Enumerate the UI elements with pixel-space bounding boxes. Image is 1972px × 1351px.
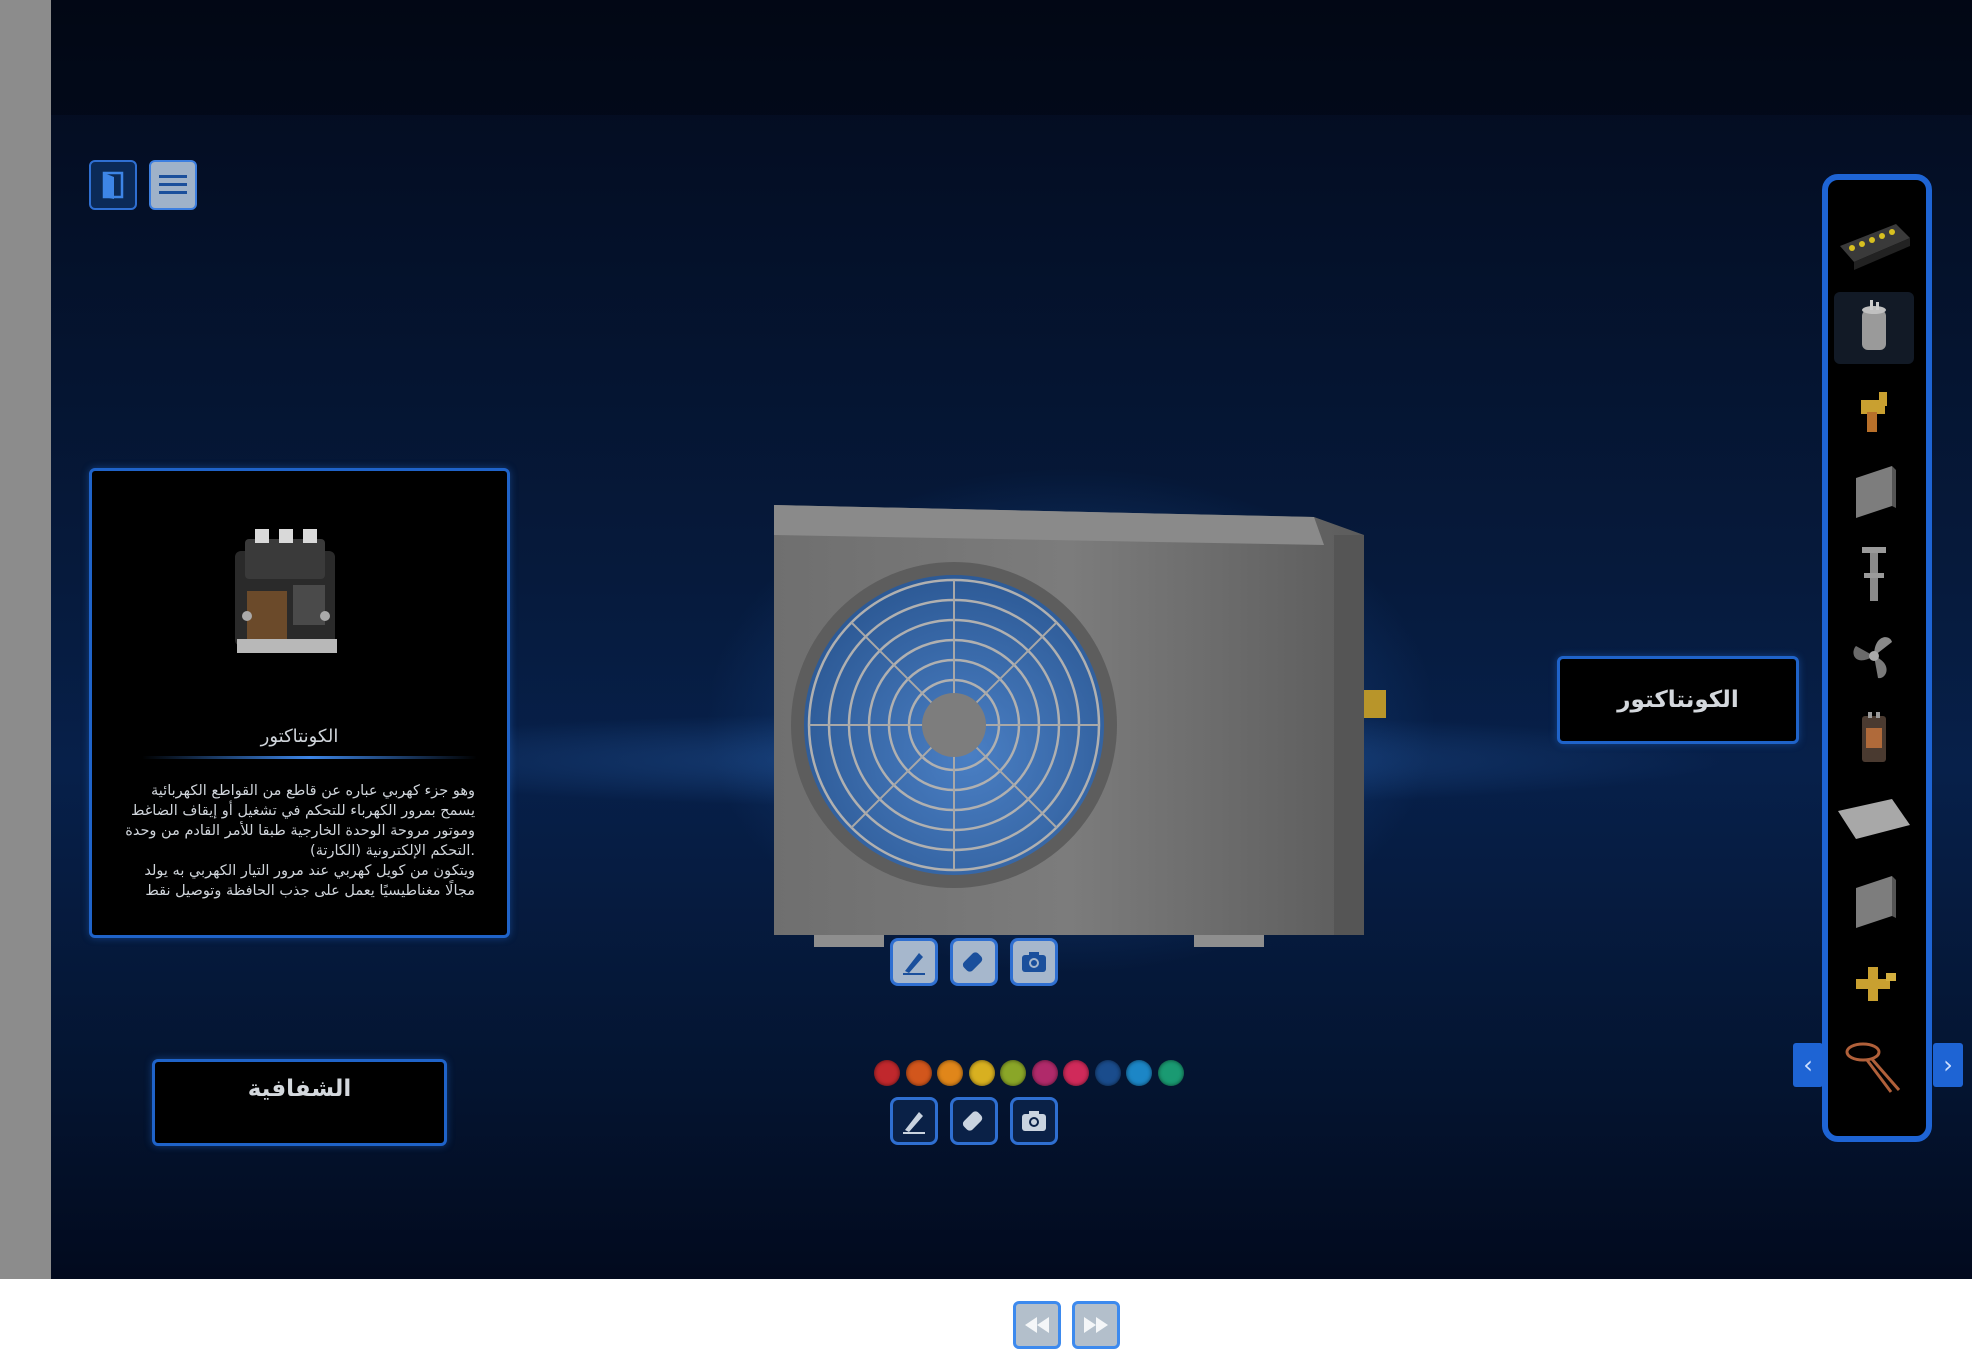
part-item-copper-coil[interactable] — [1834, 1030, 1914, 1102]
service-valve-icon — [1856, 967, 1896, 1001]
color-swatch[interactable] — [905, 1060, 932, 1086]
copper-coil-icon — [1845, 1042, 1901, 1093]
camera-button[interactable] — [1010, 938, 1058, 986]
pen-button[interactable] — [890, 938, 938, 986]
color-swatch[interactable] — [1031, 1060, 1058, 1086]
part-item-service-valve[interactable] — [1834, 948, 1914, 1020]
side-panel-icon — [1856, 876, 1896, 928]
part-info-panel: الكونتاكتور وهو جزء كهربي عباره عن قاطع … — [89, 468, 510, 938]
part-item-terminal-block[interactable] — [1834, 210, 1914, 282]
description-line: مجالًا مغناطيسيًا يعمل على جذب الحافظة و… — [145, 883, 475, 899]
part-info-title: الكونتاكتور — [260, 726, 339, 747]
menu-button[interactable] — [149, 160, 197, 210]
bracket-icon — [1862, 547, 1886, 601]
part-item-bracket[interactable] — [1834, 538, 1914, 610]
hamburger-menu-icon — [159, 175, 187, 194]
terminal-block-icon — [1840, 224, 1910, 270]
color-swatch[interactable] — [1126, 1060, 1152, 1086]
metal-panel-icon — [1856, 466, 1896, 518]
left-sidebar-strip — [0, 0, 51, 1279]
color-swatch[interactable] — [1157, 1060, 1184, 1086]
part-name-label: الكونتاكتور — [1557, 656, 1799, 744]
parts-list-panel — [1822, 174, 1932, 1142]
part-item-plate[interactable] — [1834, 784, 1914, 856]
part-name-text: الكونتاكتور — [1617, 687, 1739, 713]
description-line: يسمح بمرور الكهرباء للتحكم في تشغيل أو إ… — [130, 803, 475, 819]
lower-toolbar — [890, 1097, 1058, 1145]
title-divider — [142, 756, 477, 759]
color-swatch[interactable] — [968, 1060, 995, 1086]
parts-prev-button[interactable]: ‹ — [1793, 1043, 1823, 1087]
pen-icon — [903, 1112, 925, 1134]
draw-eraser-button[interactable] — [950, 1097, 998, 1145]
camera-icon — [1022, 1111, 1046, 1131]
description-line: وموتور مروحة الوحدة الخارجية طبقا للأمر … — [125, 823, 475, 839]
part-item-valve[interactable] — [1834, 375, 1914, 447]
part-item-side-panel[interactable] — [1834, 866, 1914, 938]
viewer-stage: الكونتاكتور وهو جزء كهربي عباره عن قاطع … — [51, 0, 1972, 1279]
parts-next-button[interactable]: › — [1933, 1043, 1963, 1087]
screenshot-button[interactable] — [1010, 1097, 1058, 1145]
part-item-fan-blade[interactable] — [1834, 620, 1914, 692]
eraser-icon — [962, 952, 983, 972]
transparency-label: الشفافية — [247, 1076, 352, 1102]
chevron-right-icon: › — [1943, 1051, 1953, 1079]
previous-page-button[interactable] — [1013, 1301, 1061, 1349]
draw-pen-button[interactable] — [890, 1097, 938, 1145]
valve-icon — [1861, 392, 1887, 432]
part-info-description: وهو جزء كهربي عباره عن قاطع من القواطع ا… — [115, 781, 475, 901]
color-palette — [874, 1060, 1184, 1086]
exit-button[interactable] — [89, 160, 137, 210]
description-line: وهو جزء كهربي عباره عن قاطع من القواطع ا… — [151, 783, 475, 799]
part-item-metal-panel[interactable] — [1834, 456, 1914, 528]
eraser-button[interactable] — [950, 938, 998, 986]
upper-toolbar — [890, 938, 1058, 986]
plate-icon — [1838, 799, 1910, 839]
pen-icon — [903, 953, 925, 975]
capacitor-icon — [1862, 300, 1886, 350]
part-item-contactor[interactable] — [1834, 702, 1914, 774]
rewind-icon — [1025, 1317, 1049, 1333]
contactor-icon — [1862, 712, 1886, 762]
contactor-image — [235, 529, 337, 653]
color-swatch[interactable] — [937, 1060, 963, 1086]
camera-icon — [1022, 952, 1046, 972]
exit-door-icon — [102, 171, 124, 199]
description-line: ويتكون من كويل كهربي عند مرور التيار الك… — [144, 863, 475, 879]
top-band — [51, 0, 1972, 115]
color-swatch[interactable] — [1063, 1060, 1089, 1086]
ac-outdoor-unit-model[interactable] — [714, 495, 1414, 965]
color-swatch[interactable] — [874, 1060, 900, 1086]
color-swatch[interactable] — [1094, 1060, 1121, 1086]
transparency-button[interactable]: الشفافية — [152, 1059, 447, 1146]
eraser-icon — [962, 1111, 983, 1131]
fan-blade-icon — [1853, 637, 1892, 679]
next-page-button[interactable] — [1072, 1301, 1120, 1349]
description-line: .التحكم الإلكترونية (الكارتة) — [310, 843, 475, 859]
part-item-capacitor[interactable] — [1834, 292, 1914, 364]
fast-forward-icon — [1084, 1317, 1108, 1333]
color-swatch[interactable] — [1000, 1060, 1026, 1086]
chevron-left-icon: ‹ — [1803, 1051, 1813, 1079]
